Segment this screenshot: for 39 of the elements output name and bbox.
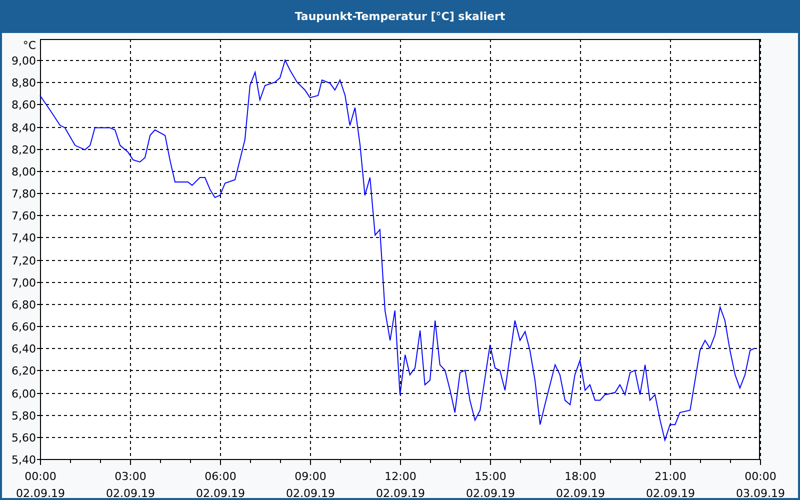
axis-tick-label: 6,60	[12, 320, 36, 334]
axis-tick-label: 06:00	[204, 470, 236, 483]
axis-date-label: 02.09.19	[196, 487, 245, 498]
window-title: Taupunkt-Temperatur [°C] skaliert	[294, 10, 506, 23]
axis-tick-label: 7,60	[12, 210, 36, 222]
axis-date-label: 02.09.19	[286, 487, 335, 498]
axis-tick-label: 15:00	[474, 470, 506, 483]
axis-tick-label: 7,20	[12, 254, 36, 268]
axis-tick-label: 6,40	[12, 342, 36, 356]
axis-unit-label: °C	[22, 39, 36, 52]
axis-tick-label: 7,80	[12, 188, 36, 200]
axis-date-label: 02.09.19	[646, 487, 695, 498]
axis-date-label: 02.09.19	[16, 487, 65, 498]
axis-date-label: 02.09.19	[556, 487, 605, 498]
axis-tick-label: 7,40	[12, 232, 36, 244]
axis-tick-label: 8,60	[12, 98, 36, 112]
axis-date-label: 02.09.19	[466, 487, 515, 498]
axis-tick-label: 21:00	[654, 470, 686, 483]
axis-tick-label: 8,00	[12, 166, 36, 178]
axis-tick-label: 7,00	[12, 276, 36, 290]
axis-tick-label: 00:00	[744, 470, 776, 483]
axis-tick-label: 5,40	[12, 454, 36, 466]
axis-tick-label: 18:00	[564, 470, 596, 483]
axis-date-label: 03.09.19	[736, 487, 785, 498]
axis-date-label: 02.09.19	[106, 487, 155, 498]
axis-date-label: 02.09.19	[376, 487, 425, 498]
axis-tick-label: 6,20	[12, 364, 36, 378]
axis-tick-label: 6,80	[12, 298, 36, 312]
axis-tick-label: 8,40	[12, 122, 36, 134]
axis-tick-label: 09:00	[294, 470, 326, 483]
axis-tick-label: 5,60	[12, 432, 36, 444]
axis-tick-label: 12:00	[384, 470, 416, 483]
axis-tick-label: 8,80	[12, 76, 36, 90]
axis-tick-label: 9,00	[12, 54, 36, 68]
axis-tick-label: 5,80	[12, 410, 36, 422]
axis-tick-label: 03:00	[114, 470, 146, 483]
axis-tick-label: 00:00	[24, 470, 56, 483]
axis-tick-label: 6,00	[12, 388, 36, 400]
axis-tick-label: 8,20	[12, 144, 36, 156]
